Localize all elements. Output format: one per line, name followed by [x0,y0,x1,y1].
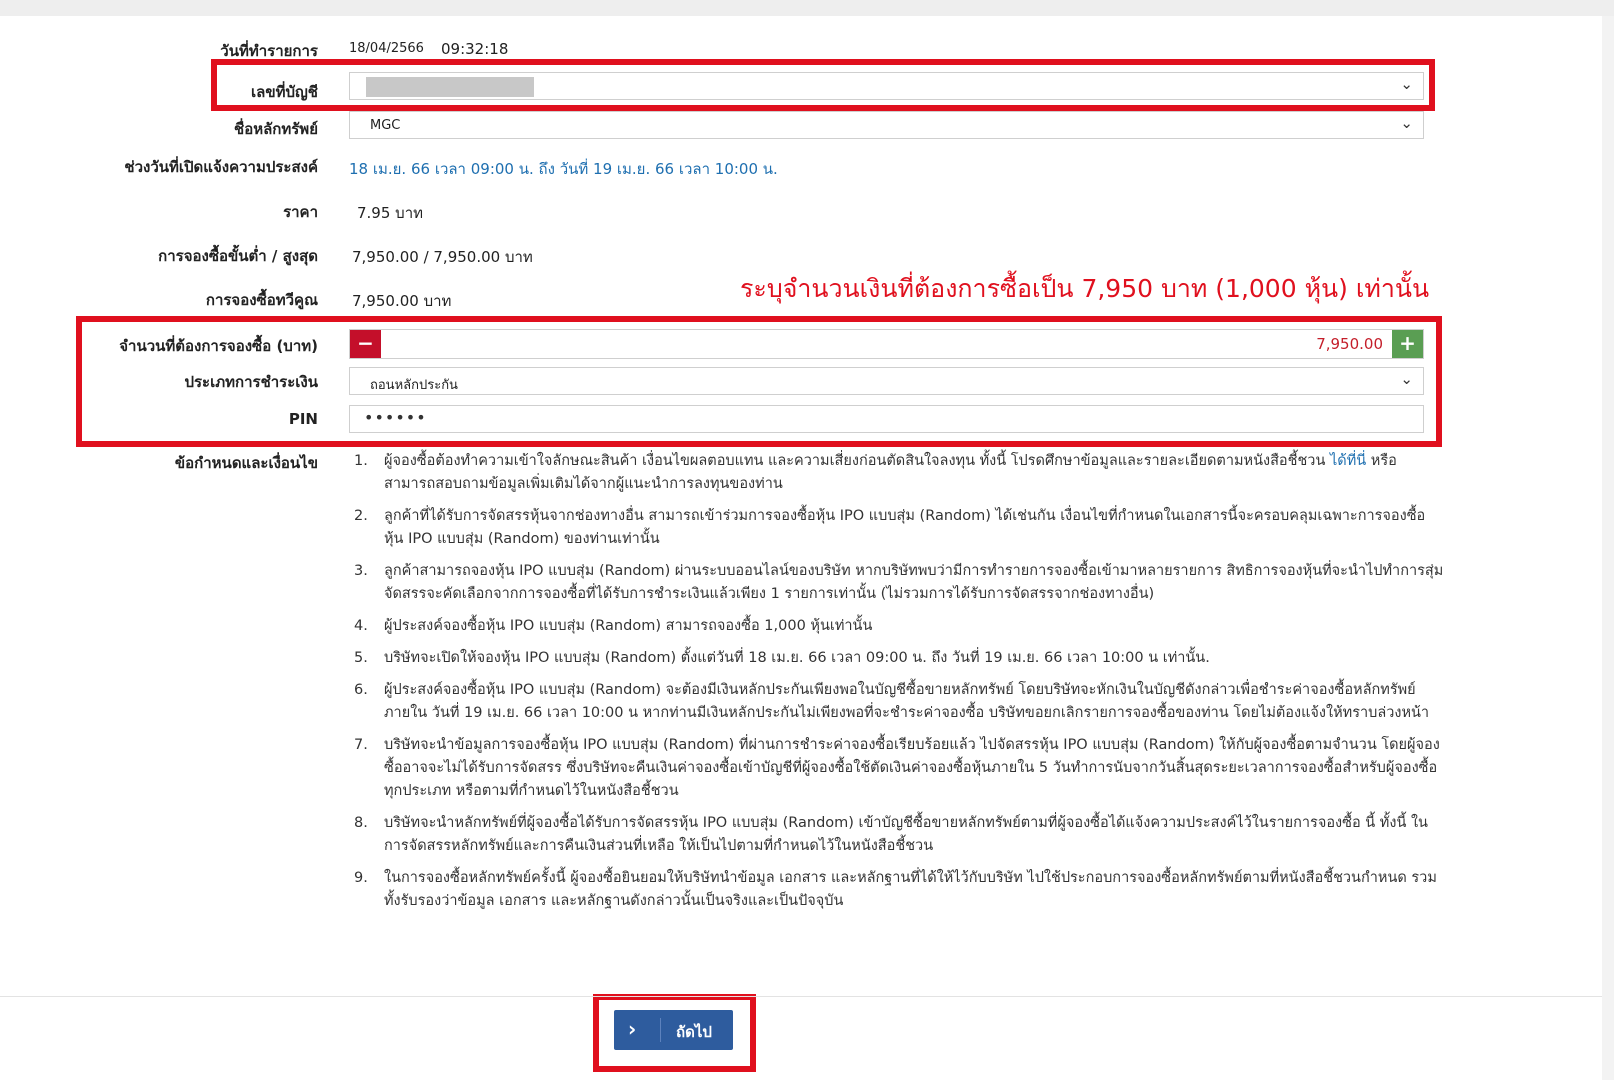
terms-item-text: ผู้ประสงค์จองซื้อหุ้น IPO แบบสุ่ม (Rando… [384,682,1430,721]
terms-item-text: บริษัทจะเปิดให้จองหุ้น IPO แบบสุ่ม (Rand… [384,650,1210,666]
footer-divider [0,996,1602,997]
price-label: ราคา [283,203,318,221]
terms-item: 9. ในการจองซื้อหลักทรัพย์ครั้งนี้ ผู้จอง… [354,867,1444,913]
prospectus-link[interactable]: ได้ที่นี่ [1330,453,1366,469]
terms-item-number: 4. [354,618,368,634]
terms-item-text: ผู้ประสงค์จองซื้อหุ้น IPO แบบสุ่ม (Rando… [384,618,873,634]
terms-item-number: 3. [354,563,368,579]
terms-item: 5. บริษัทจะเปิดให้จองหุ้น IPO แบบสุ่ม (R… [354,647,1444,670]
terms-item-number: 6. [354,682,368,698]
highlight-account [211,59,1435,111]
security-label: ชื่อหลักทรัพย์ [234,120,318,138]
instruction-note: ระบุจำนวนเงินที่ต้องการซื้อเป็น 7,950 บา… [740,274,1430,303]
date-value: 18/04/2566 [349,41,424,56]
next-button[interactable]: › ถัดไป [614,1010,733,1050]
terms-item-text: ผู้จองซื้อต้องทำความเข้าใจลักษณะสินค้า เ… [384,453,1330,469]
terms-item-number: 1. [354,453,368,469]
terms-item: 4. ผู้ประสงค์จองซื้อหุ้น IPO แบบสุ่ม (Ra… [354,615,1444,638]
minmax-value: 7,950.00 / 7,950.00 บาท [352,248,533,266]
terms-item-number: 5. [354,650,368,666]
period-label: ช่วงวันที่เปิดแจ้งความประสงค์ [124,158,318,176]
multiple-value: 7,950.00 บาท [352,292,452,310]
period-value: 18 เม.ย. 66 เวลา 09:00 น. ถึง วันที่ 19 … [349,160,778,178]
terms-item: 1. ผู้จองซื้อต้องทำความเข้าใจลักษณะสินค้… [354,450,1444,496]
right-edge-shade [1602,16,1614,1080]
terms-item-number: 8. [354,815,368,831]
terms-item-number: 2. [354,508,368,524]
terms-list: 1. ผู้จองซื้อต้องทำความเข้าใจลักษณะสินค้… [354,450,1444,922]
terms-item-text: ในการจองซื้อหลักทรัพย์ครั้งนี้ ผู้จองซื้… [384,870,1437,909]
terms-item: 7. บริษัทจะนำข้อมูลการจองซื้อหุ้น IPO แบ… [354,734,1444,803]
price-value: 7.95 บาท [357,204,423,222]
terms-item-number: 9. [354,870,368,886]
terms-item-number: 7. [354,737,368,753]
highlight-amount-section [76,316,1442,447]
terms-label: ข้อกำหนดและเงื่อนไข [174,454,318,472]
terms-item-text: ลูกค้าที่ได้รับการจัดสรรหุ้นจากช่องทางอื… [384,508,1426,547]
terms-item: 3. ลูกค้าสามารถจองหุ้น IPO แบบสุ่ม (Rand… [354,560,1444,606]
minmax-label: การจองซื้อขั้นต่ำ / สูงสุด [158,247,318,265]
terms-item: 2. ลูกค้าที่ได้รับการจัดสรรหุ้นจากช่องทา… [354,505,1444,551]
terms-item-text: บริษัทจะนำข้อมูลการจองซื้อหุ้น IPO แบบสุ… [384,737,1440,799]
security-value: MGC [370,118,401,133]
multiple-label: การจองซื้อทวีคูณ [205,291,318,309]
chevron-right-icon: › [628,1017,637,1041]
next-button-label: ถัดไป [676,1023,712,1041]
terms-item-text: ลูกค้าสามารถจองหุ้น IPO แบบสุ่ม (Random)… [384,563,1444,602]
security-select[interactable]: MGC ⌄ [349,111,1424,139]
top-bar [0,0,1614,16]
terms-item-text: บริษัทจะนำหลักทรัพย์ที่ผู้จองซื้อได้รับก… [384,815,1428,854]
time-value: 09:32:18 [441,40,509,58]
chevron-down-icon: ⌄ [1400,114,1413,132]
terms-item: 8. บริษัทจะนำหลักทรัพย์ที่ผู้จองซื้อได้ร… [354,812,1444,858]
button-separator [660,1018,661,1042]
terms-item: 6. ผู้ประสงค์จองซื้อหุ้น IPO แบบสุ่ม (Ra… [354,679,1444,725]
